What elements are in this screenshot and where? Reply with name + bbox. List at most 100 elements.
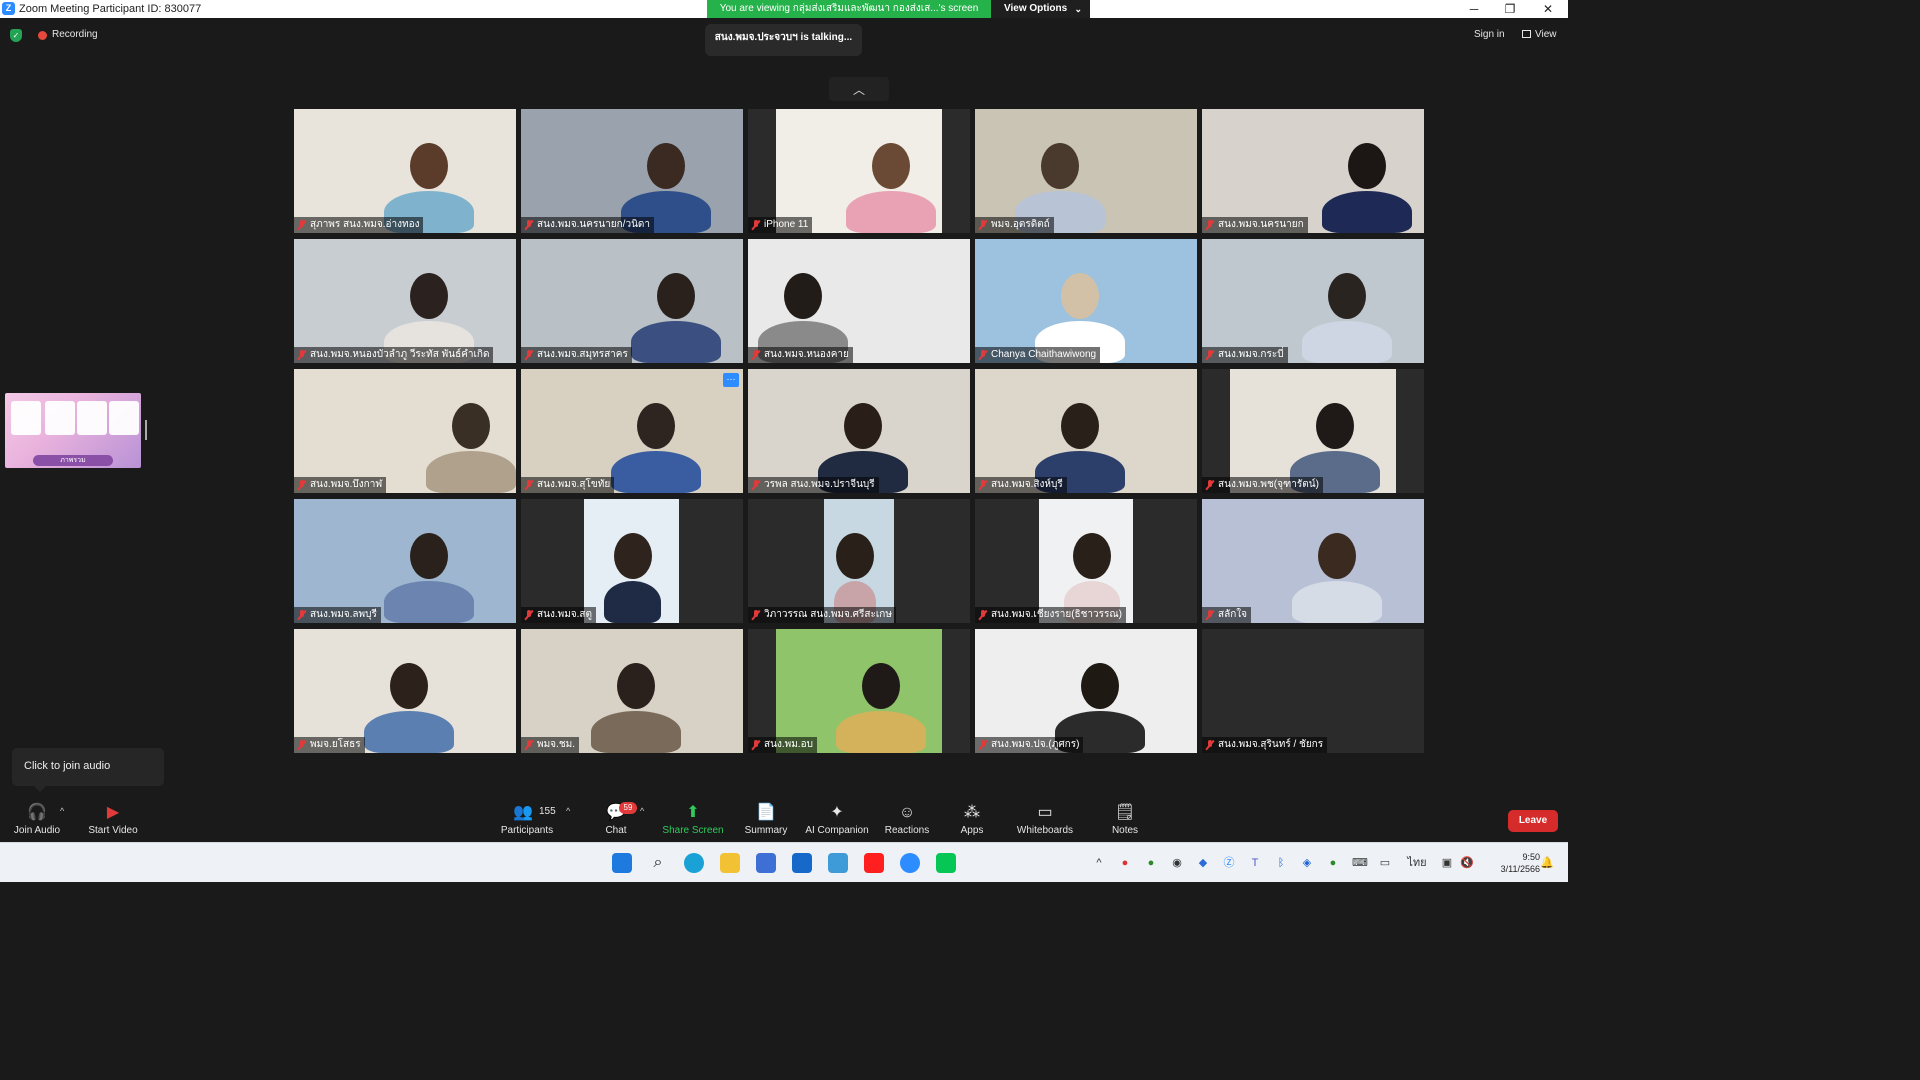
network-icon[interactable]: ▣ [1440, 856, 1454, 870]
audio-options-caret[interactable]: ^ [60, 806, 64, 816]
participant-name: วิภาวรรณ สนง.พมจ.ศรีสะเกษ [764, 609, 892, 620]
participant-head [647, 143, 685, 189]
mic-muted-icon [298, 740, 306, 750]
participant-tile[interactable]: สุภาพร สนง.พมจ.อ่างทอง [294, 109, 516, 233]
participants-button[interactable]: 👥 Participants [497, 796, 557, 842]
participant-tile[interactable]: สนง.พมจ.พช(จุฑารัตน์) [1202, 369, 1424, 493]
tray-app-icon[interactable]: ◆ [1196, 856, 1210, 870]
participant-name: พมจ.ชม. [537, 739, 575, 750]
participant-tile[interactable]: พมจ.อุตรดิตถ์ [975, 109, 1197, 233]
participant-tile[interactable]: สนง.พมจ.นครนายก/วนิดา [521, 109, 743, 233]
volume-muted-icon[interactable]: 🔇 [1460, 856, 1474, 870]
zoom-tray-icon[interactable]: Ⓩ [1222, 856, 1236, 870]
participant-tile[interactable]: Chanya Chaithawiwong [975, 239, 1197, 363]
start-video-button[interactable]: ▶ Start Video [84, 796, 142, 842]
encryption-shield-icon[interactable]: ✓ [10, 29, 22, 42]
participant-head [617, 663, 655, 709]
participant-tile[interactable]: สนง.พมจ.หนองบัวลำภู วีระทัส พันธ์คำเกิด [294, 239, 516, 363]
mic-muted-icon [1206, 610, 1214, 620]
participant-head [1073, 533, 1112, 579]
windows-start-icon[interactable] [612, 853, 632, 873]
participant-tile[interactable]: สนง.พม.อบ [748, 629, 970, 753]
mic-muted-icon [752, 350, 760, 360]
youtube-icon[interactable] [864, 853, 884, 873]
participant-tile[interactable]: สนง.พมจ.สมุทรสาคร [521, 239, 743, 363]
restore-button[interactable]: ❐ [1492, 0, 1528, 18]
zoom-app-icon[interactable] [900, 853, 920, 873]
participant-head [637, 403, 675, 449]
notes-button[interactable]: 🗒 Notes [1104, 796, 1146, 842]
input-language[interactable]: ไทย [1406, 856, 1428, 870]
participant-tile[interactable]: iPhone 11 [748, 109, 970, 233]
participant-video [748, 369, 970, 493]
sign-in-link[interactable]: Sign in [1474, 29, 1505, 40]
line-app-icon[interactable] [936, 853, 956, 873]
whiteboards-button[interactable]: ▭ Whiteboards [1012, 796, 1078, 842]
show-hidden-icons[interactable]: ^ [1092, 856, 1106, 870]
store-icon[interactable] [756, 853, 776, 873]
participant-tile[interactable]: สนง.พมจ.บึงกาฬ [294, 369, 516, 493]
file-explorer-icon[interactable] [720, 853, 740, 873]
sparkle-icon: ✦ [830, 804, 844, 821]
view-options-button[interactable]: View Options ⌄ [991, 0, 1090, 18]
participant-head [1318, 533, 1356, 579]
teams-tray-icon[interactable]: T [1248, 856, 1262, 870]
participant-tile[interactable]: พมจ.ยโสธร [294, 629, 516, 753]
summary-button[interactable]: 📄 Summary [738, 796, 794, 842]
participant-tile[interactable]: สนง.พมจ.ลพบุรี [294, 499, 516, 623]
tray-app-icon[interactable]: ● [1326, 856, 1340, 870]
participant-tile[interactable]: สนง.พมจ.สุรินทร์ / ชัยกร [1202, 629, 1424, 753]
participant-video [584, 499, 679, 623]
participant-tile[interactable]: สนง.พมจ.นครนายก [1202, 109, 1424, 233]
tile-more-options-button[interactable]: ⋯ [723, 373, 739, 387]
mail-icon[interactable] [792, 853, 812, 873]
thumbnail-resize-handle[interactable] [145, 420, 147, 440]
participant-name-label: สลักใจ [1202, 607, 1252, 623]
tray-app-icon[interactable]: ● [1118, 856, 1132, 870]
minimize-button[interactable]: ─ [1456, 0, 1492, 18]
participant-figure [384, 581, 474, 623]
keyboard-icon[interactable]: ⌨ [1352, 856, 1368, 870]
view-button[interactable]: View [1522, 29, 1557, 40]
edge-browser-icon[interactable] [684, 853, 704, 873]
participant-tile[interactable]: สนง.พมจ.หนองคาย [748, 239, 970, 363]
system-clock[interactable]: 9:50 3/11/2566 [1480, 851, 1540, 875]
mic-muted-icon [298, 220, 306, 230]
apps-button[interactable]: ⁂ Apps [950, 796, 994, 842]
participant-tile[interactable]: สนง.พมจ.กระบี่ [1202, 239, 1424, 363]
active-speaker-indicator: สนง.พมจ.ประจวบฯ is talking... [705, 24, 862, 56]
close-button[interactable]: ✕ [1530, 0, 1566, 18]
participant-name-label: สนง.พมจ.สตู [521, 607, 597, 623]
participant-tile[interactable]: สนง.พมจ.เชียงราย(ธิชาวรรณ) [975, 499, 1197, 623]
reactions-button[interactable]: ☺ Reactions [880, 796, 934, 842]
participant-tile[interactable]: สนง.พมจ.ปจ.(ภูศกร) [975, 629, 1197, 753]
share-screen-button[interactable]: ⬆ Share Screen [660, 796, 726, 842]
leave-button[interactable]: Leave [1508, 810, 1558, 832]
tray-app-icon[interactable]: ● [1144, 856, 1158, 870]
join-audio-button[interactable]: 🎧 Join Audio [8, 796, 66, 842]
participant-tile[interactable]: สนง.พมจ.สตู [521, 499, 743, 623]
participant-tile[interactable]: พมจ.ชม. [521, 629, 743, 753]
collapse-video-button[interactable]: ︿ [829, 77, 889, 101]
tray-app-icon[interactable]: ◉ [1170, 856, 1184, 870]
search-icon[interactable]: ⌕ [648, 853, 668, 873]
participant-tile[interactable]: วิภาวรรณ สนง.พมจ.ศรีสะเกษ [748, 499, 970, 623]
chat-caret[interactable]: ^ [640, 806, 644, 816]
participant-name-label: สนง.พมจ.หนองคาย [748, 347, 853, 363]
shared-screen-thumbnail[interactable]: ภาพรวม [5, 393, 141, 468]
participant-tile[interactable]: ⋯ สนง.พมจ.สุโขทัย [521, 369, 743, 493]
notification-bell-icon[interactable]: 🔔 [1540, 856, 1554, 870]
participant-figure [836, 711, 926, 753]
app-icon[interactable] [828, 853, 848, 873]
participant-tile[interactable]: สนง.พมจ.สิงห์บุรี [975, 369, 1197, 493]
participant-head [1061, 273, 1099, 319]
participants-caret[interactable]: ^ [566, 806, 570, 816]
participant-name-label: สนง.พมจ.สมุทรสาคร [521, 347, 632, 363]
bluetooth-icon[interactable]: ᛒ [1274, 856, 1288, 870]
tray-app-icon[interactable]: ▭ [1378, 856, 1392, 870]
tray-app-icon[interactable]: ◈ [1300, 856, 1314, 870]
participant-tile[interactable]: วรพล สนง.พมจ.ปราจีนบุรี [748, 369, 970, 493]
participant-tile[interactable]: สลักใจ [1202, 499, 1424, 623]
slide-card [11, 401, 41, 435]
ai-companion-button[interactable]: ✦ AI Companion [802, 796, 872, 842]
